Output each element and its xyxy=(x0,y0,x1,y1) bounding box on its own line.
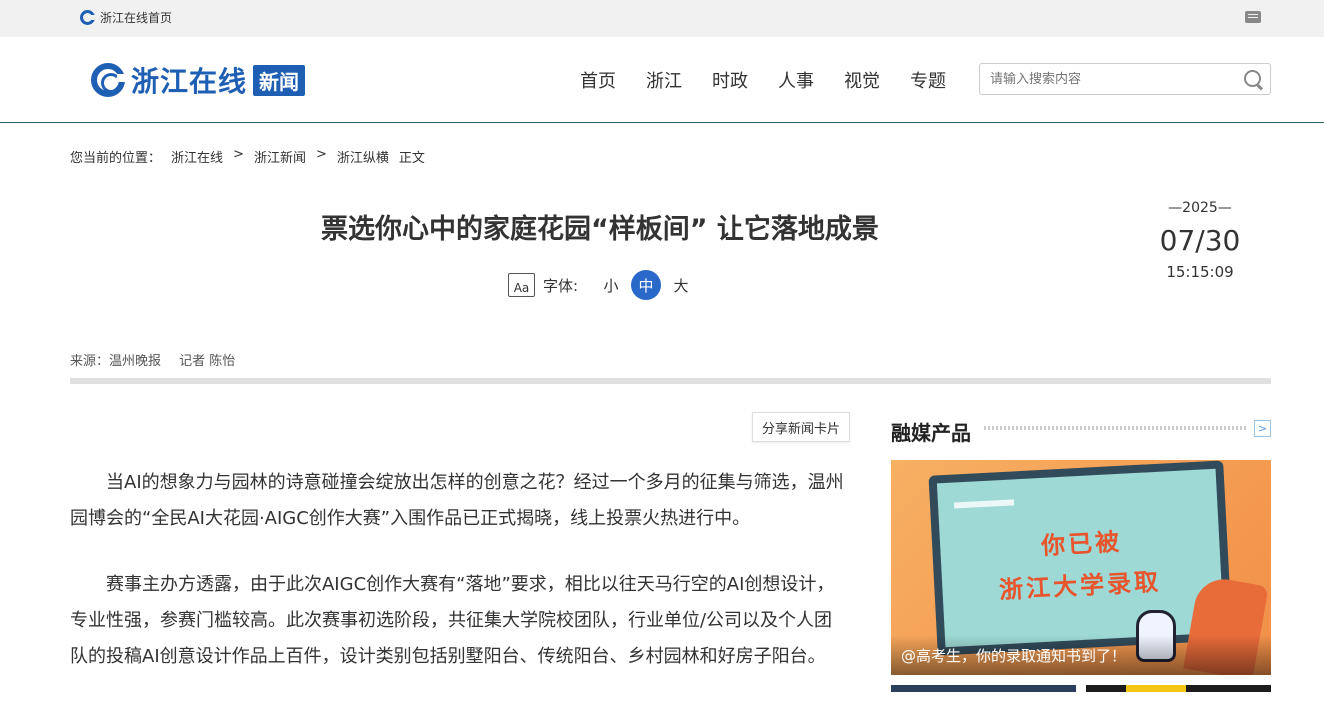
top-bar: 浙江在线首页 xyxy=(0,0,1324,37)
logo-ring-icon xyxy=(91,63,126,97)
breadcrumb-separator: > xyxy=(315,147,327,162)
media-thumbnail[interactable] xyxy=(891,685,1076,692)
message-icon[interactable] xyxy=(1245,11,1261,23)
article-paragraph: 赛事主办方透露，由于此次AIGC创作大赛有“落地”要求，相比以往天马行空的AI创… xyxy=(70,574,835,667)
sidebar-title-rule xyxy=(984,426,1246,430)
article-title: 票选你心中的家庭花园“样板间” 让它落地成景 xyxy=(321,214,879,245)
promo-text-line1: 你已被 xyxy=(1040,527,1123,561)
share-card-button[interactable]: 分享新闻卡片 xyxy=(752,412,850,442)
search-box xyxy=(979,63,1271,95)
breadcrumb-item-zjzh[interactable]: 浙江纵横 xyxy=(337,147,389,166)
search-input[interactable] xyxy=(980,65,1242,93)
nav-item-personnel[interactable]: 人事 xyxy=(778,67,814,93)
font-size-large[interactable]: 大 xyxy=(666,270,696,300)
brand-tag: 新闻 xyxy=(253,64,306,96)
main-nav: 首页 浙江 时政 人事 视觉 专题 xyxy=(580,67,976,93)
breadcrumb-prefix: 您当前的位置： xyxy=(70,151,162,166)
font-size-small[interactable]: 小 xyxy=(596,270,626,300)
font-size-switcher: Aa 字体: 小 中 大 xyxy=(508,270,701,300)
brand-name: 浙江在线 xyxy=(131,65,248,98)
font-size-medium[interactable]: 中 xyxy=(631,270,662,300)
nav-item-topics[interactable]: 专题 xyxy=(910,67,946,93)
breadcrumb: 您当前的位置： 浙江在线 > 浙江新闻 > 浙江纵横 正文 xyxy=(70,147,425,166)
breadcrumb-current: 正文 xyxy=(398,151,425,166)
article-source: 来源：温州晚报 记者 陈怡 xyxy=(70,350,249,369)
font-size-icon: Aa xyxy=(508,273,535,297)
nav-item-home[interactable]: 首页 xyxy=(580,67,616,93)
publish-year: —2025— xyxy=(1168,200,1232,216)
site-logo[interactable]: 浙江在线 新闻 xyxy=(91,60,306,100)
reporter-label: 记者 陈怡 xyxy=(179,354,236,369)
article-body: 当AI的想象力与园林的诗意碰撞会绽放出怎样的创意之花？经过一个多月的征集与筛选，… xyxy=(70,465,850,705)
site-logo-icon xyxy=(80,10,95,25)
media-product-card[interactable]: 你已被 浙江大学录取 @高考生，你的录取通知书到了！ xyxy=(891,460,1271,675)
breadcrumb-item-zjnews[interactable]: 浙江新闻 xyxy=(254,147,306,166)
section-divider xyxy=(70,378,1271,384)
article-paragraph: 当AI的想象力与园林的诗意碰撞会绽放出怎样的创意之花？经过一个多月的征集与筛选，… xyxy=(70,472,844,529)
nav-item-zhejiang[interactable]: 浙江 xyxy=(646,67,682,93)
home-link-label: 浙江在线首页 xyxy=(100,11,173,25)
chevron-right-icon[interactable]: > xyxy=(1254,420,1271,437)
media-thumbnail[interactable] xyxy=(1086,685,1271,692)
promo-caption: @高考生，你的录取通知书到了！ xyxy=(901,647,1127,665)
publish-time: 15:15:09 xyxy=(1166,263,1234,281)
publish-month-day: 07/30 xyxy=(1159,224,1241,257)
search-icon[interactable] xyxy=(1242,68,1264,90)
site-header: 浙江在线 新闻 首页 浙江 时政 人事 视觉 专题 xyxy=(0,37,1324,123)
breadcrumb-item-zjol[interactable]: 浙江在线 xyxy=(171,147,223,166)
font-size-label: 字体: xyxy=(543,276,579,295)
home-link[interactable]: 浙江在线首页 xyxy=(80,9,172,26)
publish-date: —2025— 07/30 15:15:09 xyxy=(1150,200,1250,281)
sidebar-section-title: 融媒产品 xyxy=(891,421,971,445)
breadcrumb-separator: > xyxy=(233,147,244,162)
source-label: 来源：温州晚报 xyxy=(70,354,162,369)
nav-item-visual[interactable]: 视觉 xyxy=(844,67,880,93)
nav-item-politics[interactable]: 时政 xyxy=(712,67,748,93)
